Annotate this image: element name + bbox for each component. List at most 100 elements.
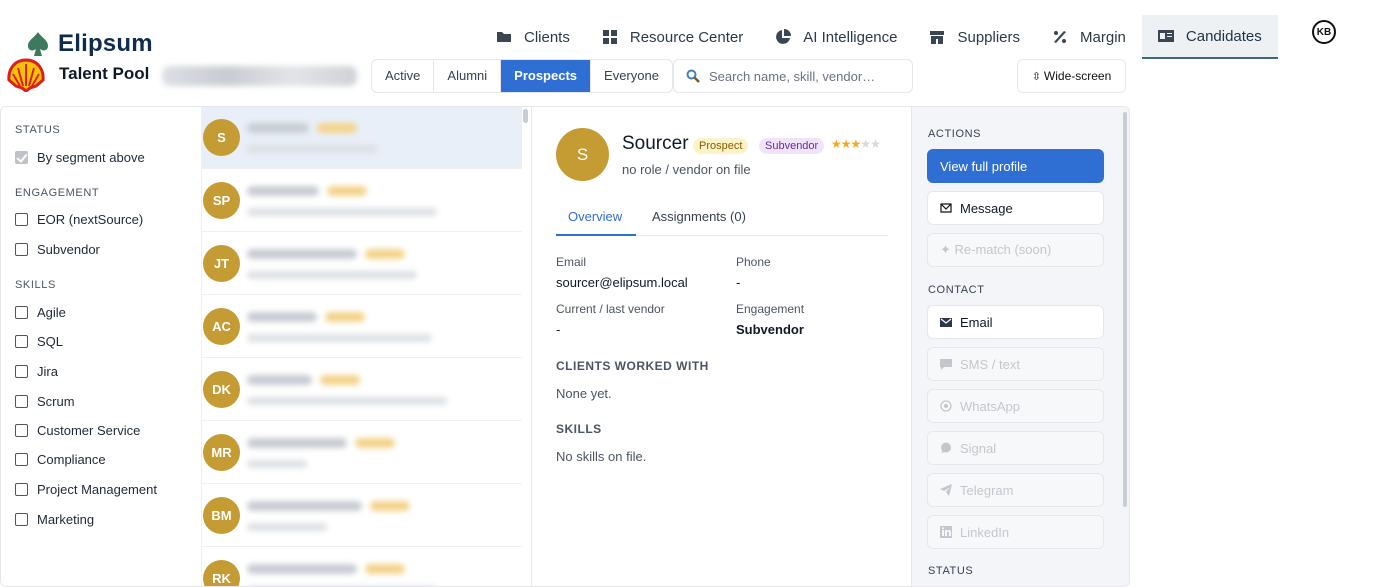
spade-logo-icon [28,32,48,56]
segment-prospects[interactable]: Prospects [501,60,592,92]
list-item[interactable]: DK [202,359,522,421]
main-panel: STATUS By segment above ENGAGEMENT EOR (… [0,106,1130,587]
actions-panel: ACTIONS View full profile Message ✦ Re-m… [911,107,1129,586]
view-profile-button[interactable]: View full profile [927,149,1104,183]
percent-icon [1054,31,1067,43]
checkbox[interactable] [15,424,28,437]
folder-icon [497,32,511,42]
checkbox[interactable] [15,306,28,319]
whatsapp-button[interactable]: WhatsApp [927,389,1104,423]
shell-logo-icon [7,58,45,92]
sms-button[interactable]: SMS / text [927,347,1104,381]
segment-everyone[interactable]: Everyone [591,60,672,92]
filter-subvendor[interactable]: Subvendor [15,242,100,257]
linkedin-button[interactable]: LinkedIn [927,515,1104,549]
candidate-detail: S Sourcer Prospect Subvendor ★★★★★ no ro… [531,107,911,586]
star-empty-icon: ★ [860,137,871,151]
list-item[interactable]: JT [202,233,522,295]
detail-tabs: Overview Assignments (0) [556,202,888,236]
filter-skill-jira[interactable]: Jira [15,364,58,379]
filter-skill-agile[interactable]: Agile [15,305,66,320]
tab-assignments[interactable]: Assignments (0) [652,209,746,224]
star-filled-icon: ★ [840,137,852,151]
lightbulb-icon: ⇳ [1031,70,1041,83]
nav-ai-intelligence[interactable]: AI Intelligence [759,15,913,59]
list-item[interactable]: RK [202,548,522,586]
phone-label: Phone [736,255,771,269]
filter-engagement-heading: ENGAGEMENT [15,187,100,199]
search-box[interactable] [673,59,913,93]
filter-by-segment[interactable]: By segment above [15,150,145,165]
checkbox[interactable] [15,365,28,378]
message-button[interactable]: Message [927,191,1104,225]
checkbox[interactable] [15,395,28,408]
status-heading: STATUS [928,565,974,577]
vendor-value: - [556,322,561,337]
actions-heading: ACTIONS [928,128,982,140]
checkbox[interactable] [15,213,28,226]
star-filled-icon: ★ [850,137,862,151]
avatar: RK [203,560,240,586]
segment-alumni[interactable]: Alumni [434,60,502,92]
filter-skills-heading: SKILLS [15,279,56,291]
actions-scrollbar[interactable] [1123,112,1127,507]
engagement-value: Subvendor [736,322,804,337]
segment-active[interactable]: Active [372,60,435,92]
nav-suppliers[interactable]: Suppliers [913,15,1036,59]
nav-candidates[interactable]: Candidates [1141,15,1278,59]
wide-screen-button[interactable]: ⇳ Wide-screen [1017,59,1126,93]
linkedin-icon [940,526,952,538]
avatar: JT [203,245,240,282]
filter-skill-sql[interactable]: SQL [15,334,63,349]
list-scrollbar[interactable] [523,109,528,123]
engagement-label: Engagement [736,302,805,316]
id-card-icon [1157,30,1174,42]
contact-email-button[interactable]: Email [927,305,1104,339]
rematch-button[interactable]: ✦ Re-match (soon) [927,233,1104,267]
user-avatar[interactable]: KB [1312,20,1336,44]
signal-button[interactable]: Signal [927,431,1104,465]
chat-icon [940,359,952,370]
contact-heading: CONTACT [928,284,985,296]
list-item[interactable]: MR [202,422,522,484]
email-label: Email [556,255,587,269]
nav-margin[interactable]: Margin [1036,15,1142,59]
filter-skill-project-management[interactable]: Project Management [15,482,157,497]
vendor-label: Current / last vendor [556,302,665,316]
nav-resource-center[interactable]: Resource Center [586,15,759,59]
checkbox[interactable] [15,151,28,164]
search-input[interactable] [709,68,899,84]
filter-skill-compliance[interactable]: Compliance [15,452,106,467]
segment-control: Active Alumni Prospects Everyone [371,59,673,93]
list-item[interactable]: SP [202,170,522,232]
star-empty-icon: ★ [870,137,881,151]
talent-pool-header: Talent Pool Active Alumni Prospects Ever… [0,58,1374,106]
avatar: S [203,119,240,156]
mail-icon [940,203,952,213]
avatar: SP [203,182,240,219]
filter-skill-scrum[interactable]: Scrum [15,394,75,409]
telegram-button[interactable]: Telegram [927,473,1104,507]
filter-skill-customer-service[interactable]: Customer Service [15,423,140,438]
nav-clients[interactable]: Clients [480,15,586,59]
checkbox[interactable] [15,243,28,256]
list-item[interactable]: S [202,107,522,169]
brand-name: Elipsum [58,30,153,57]
avatar: AC [203,308,240,345]
mail-icon [940,318,952,327]
filter-skill-marketing[interactable]: Marketing [15,512,94,527]
phone-value: - [736,275,741,290]
search-icon [686,69,700,83]
checkbox[interactable] [15,453,28,466]
filter-status-heading: STATUS [15,124,61,136]
brand[interactable]: Elipsum [24,30,153,58]
checkbox[interactable] [15,335,28,348]
tab-overview[interactable]: Overview [568,209,622,224]
checkbox[interactable] [15,483,28,496]
filter-eor[interactable]: EOR (nextSource) [15,212,143,227]
avatar: S [556,128,609,181]
checkbox[interactable] [15,513,28,526]
candidate-name: Sourcer [622,133,689,154]
list-item[interactable]: AC [202,296,522,358]
list-item[interactable]: BM [202,485,522,547]
